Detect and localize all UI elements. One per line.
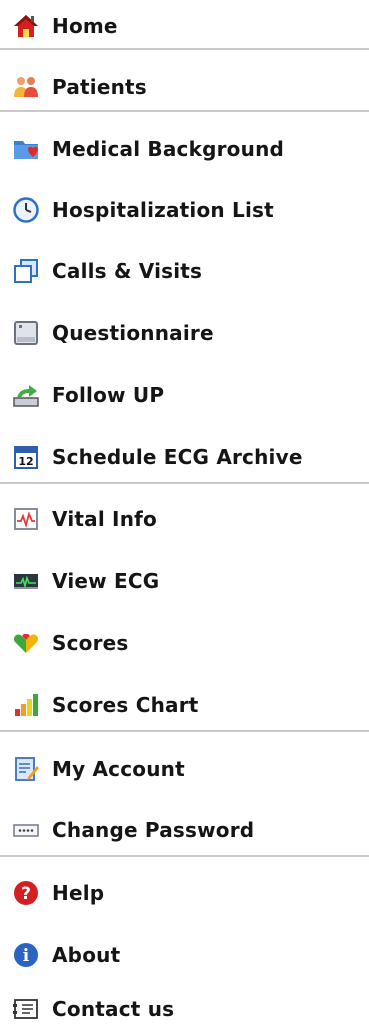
password-field-icon (12, 816, 40, 844)
svg-text:12: 12 (18, 455, 33, 468)
menu-label-questionnaire: Questionnaire (52, 321, 214, 345)
menu-label-help: Help (52, 881, 105, 905)
menu-item-help[interactable]: ? Help (12, 876, 104, 910)
menu-label-follow-up: Follow UP (52, 383, 165, 407)
menu-label-about: About (52, 943, 121, 967)
menu-item-home[interactable]: Home (12, 9, 118, 43)
contact-card-icon (12, 995, 40, 1023)
divider (0, 855, 369, 857)
menu-label-view-ecg: View ECG (52, 569, 160, 593)
menu-item-questionnaire[interactable]: Questionnaire (12, 316, 214, 350)
svg-text:i: i (23, 946, 30, 966)
scores-hearts-icon (12, 629, 40, 657)
patients-icon (12, 73, 40, 101)
menu-item-medical-background[interactable]: Medical Background (12, 132, 284, 166)
calendar-icon: 12 (12, 443, 40, 471)
menu-label-my-account: My Account (52, 757, 185, 781)
menu-label-medical-background: Medical Background (52, 137, 285, 161)
svg-text:?: ? (21, 884, 31, 904)
menu-item-schedule-ecg-archive[interactable]: 12 Schedule ECG Archive (12, 440, 303, 474)
menu-label-schedule-ecg-archive: Schedule ECG Archive (52, 445, 303, 469)
help-icon: ? (12, 879, 40, 907)
home-icon (12, 12, 40, 40)
divider (0, 730, 369, 732)
menu-label-contact-us: Contact us (52, 997, 175, 1021)
notebook-icon (12, 319, 40, 347)
menu-label-calls-visits: Calls & Visits (52, 259, 203, 283)
menu-label-change-password: Change Password (52, 818, 255, 842)
menu-item-view-ecg[interactable]: View ECG (12, 564, 159, 598)
bar-chart-icon (12, 691, 40, 719)
menu-label-vital-info: Vital Info (52, 507, 157, 531)
info-icon: i (12, 941, 40, 969)
menu-label-patients: Patients (52, 75, 147, 99)
menu-item-hospitalization-list[interactable]: Hospitalization List (12, 193, 274, 227)
menu-label-home: Home (52, 14, 118, 38)
menu-item-follow-up[interactable]: Follow UP (12, 378, 164, 412)
menu-item-scores-chart[interactable]: Scores Chart (12, 688, 199, 722)
menu-item-calls-visits[interactable]: Calls & Visits (12, 254, 202, 288)
menu-item-contact-us[interactable]: Contact us (12, 992, 174, 1026)
divider (0, 48, 369, 50)
menu-label-scores: Scores (52, 631, 129, 655)
divider (0, 482, 369, 484)
menu-item-my-account[interactable]: My Account (12, 752, 185, 786)
menu-item-about[interactable]: i About (12, 938, 120, 972)
menu-item-patients[interactable]: Patients (12, 70, 147, 104)
divider (0, 110, 369, 112)
follow-up-arrow-icon (12, 381, 40, 409)
vital-signs-icon (12, 505, 40, 533)
medical-folder-icon (12, 135, 40, 163)
menu-label-scores-chart: Scores Chart (52, 693, 199, 717)
menu-item-vital-info[interactable]: Vital Info (12, 502, 157, 536)
menu-label-hospitalization-list: Hospitalization List (52, 198, 274, 222)
clock-icon (12, 196, 40, 224)
pages-icon (12, 257, 40, 285)
menu-item-change-password[interactable]: Change Password (12, 813, 254, 847)
account-notebook-icon (12, 755, 40, 783)
menu-item-scores[interactable]: Scores (12, 626, 129, 660)
ecg-monitor-icon (12, 567, 40, 595)
